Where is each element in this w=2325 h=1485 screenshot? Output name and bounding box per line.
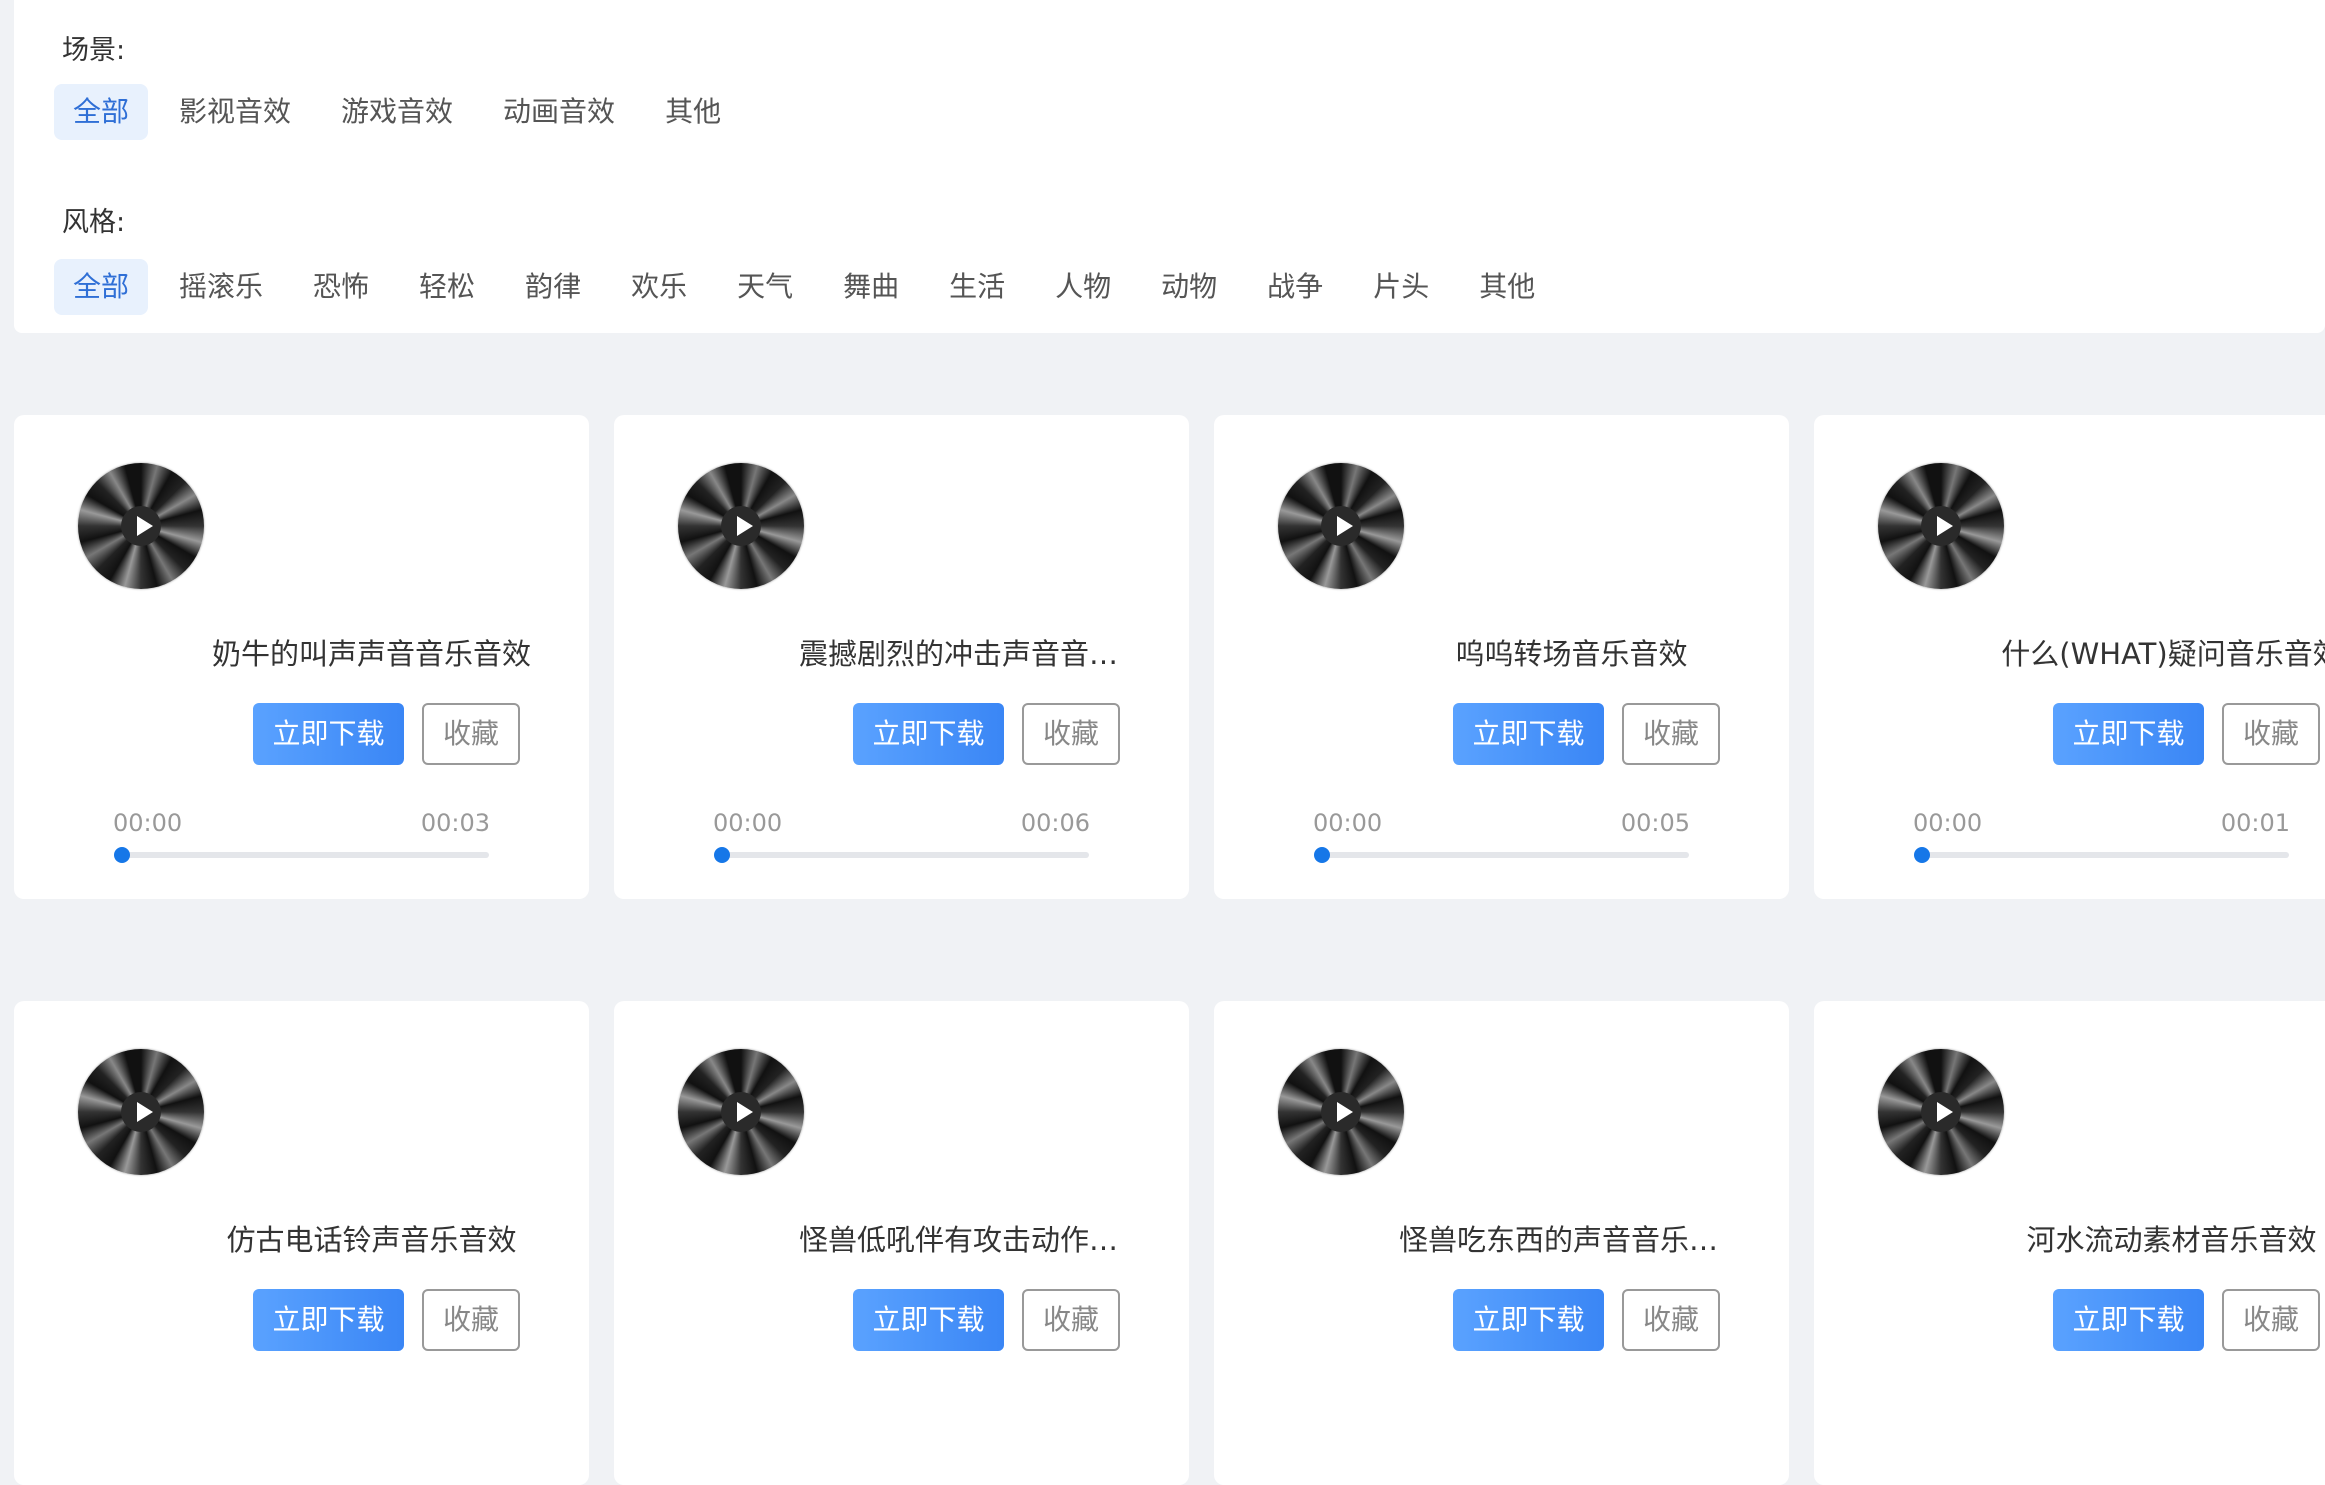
disc-center: [121, 1092, 161, 1132]
favorite-button[interactable]: 收藏: [422, 1289, 520, 1351]
disc-center: [1321, 506, 1361, 546]
sound-card: 怪兽低吼伴有攻击动作音乐音效 立即下载 收藏: [614, 1001, 1189, 1485]
scene-tag[interactable]: 游戏音效: [322, 84, 472, 140]
favorite-button[interactable]: 收藏: [1022, 1289, 1120, 1351]
filter-panel: 场景: 全部 影视音效 游戏音效 动画音效 其他 风格: 全部 摇滚乐 恐怖 轻松 韵律 欢乐 天气…: [14, 0, 2325, 333]
sound-title: 什么(WHAT)疑问音乐音效: [2001, 637, 2325, 671]
scene-tags: 全部 影视音效 游戏音效 动画音效 其他: [54, 84, 752, 140]
duration: 00:03: [420, 809, 490, 837]
vinyl-disc-play-icon[interactable]: [1878, 463, 2004, 589]
vinyl-disc-play-icon[interactable]: [78, 463, 204, 589]
vinyl-disc-play-icon[interactable]: [78, 1049, 204, 1175]
disc-center: [721, 506, 761, 546]
favorite-button[interactable]: 收藏: [1022, 703, 1120, 765]
slider-thumb[interactable]: [1314, 847, 1330, 863]
slider-thumb[interactable]: [1914, 847, 1930, 863]
play-icon[interactable]: [737, 1102, 753, 1122]
sound-title: 震撼剧烈的冲击声音音乐音效: [799, 637, 1144, 671]
sound-title: 奶牛的叫声声音音乐音效: [211, 637, 531, 671]
favorite-button[interactable]: 收藏: [422, 703, 520, 765]
style-tag[interactable]: 生活: [930, 259, 1024, 315]
duration: 00:05: [1620, 809, 1690, 837]
progress-slider[interactable]: [1314, 847, 1689, 863]
play-icon[interactable]: [137, 516, 153, 536]
favorite-button[interactable]: 收藏: [2222, 1289, 2320, 1351]
play-icon[interactable]: [1937, 516, 1953, 536]
progress-slider[interactable]: [714, 847, 1089, 863]
style-tag[interactable]: 片头: [1354, 259, 1448, 315]
download-button[interactable]: 立即下载: [2053, 703, 2204, 765]
style-tag[interactable]: 恐怖: [294, 259, 388, 315]
play-icon[interactable]: [737, 516, 753, 536]
sound-card: 震撼剧烈的冲击声音音乐音效 立即下载 收藏 00:00 00:06: [614, 415, 1189, 899]
play-icon[interactable]: [1337, 1102, 1353, 1122]
disc-center: [721, 1092, 761, 1132]
slider-thumb[interactable]: [714, 847, 730, 863]
sound-card: 呜呜转场音乐音效 立即下载 收藏 00:00 00:05: [1214, 415, 1789, 899]
sound-title: 怪兽低吼伴有攻击动作音乐音效: [799, 1223, 1144, 1257]
current-time: 00:00: [713, 809, 783, 837]
sound-card: 奶牛的叫声声音音乐音效 立即下载 收藏 00:00 00:03: [14, 415, 589, 899]
duration: 00:01: [2220, 809, 2290, 837]
slider-thumb[interactable]: [114, 847, 130, 863]
style-label: 风格:: [62, 207, 126, 238]
style-tag[interactable]: 动物: [1142, 259, 1236, 315]
vinyl-disc-play-icon[interactable]: [1878, 1049, 2004, 1175]
progress-slider[interactable]: [114, 847, 489, 863]
sound-card: 怪兽吃东西的声音音乐音效 立即下载 收藏: [1214, 1001, 1789, 1485]
vinyl-disc-play-icon[interactable]: [1278, 1049, 1404, 1175]
play-icon[interactable]: [1937, 1102, 1953, 1122]
style-tag[interactable]: 欢乐: [612, 259, 706, 315]
current-time: 00:00: [1913, 809, 1983, 837]
download-button[interactable]: 立即下载: [1453, 1289, 1604, 1351]
play-icon[interactable]: [137, 1102, 153, 1122]
download-button[interactable]: 立即下载: [1453, 703, 1604, 765]
play-icon[interactable]: [1337, 516, 1353, 536]
favorite-button[interactable]: 收藏: [2222, 703, 2320, 765]
download-button[interactable]: 立即下载: [253, 703, 404, 765]
vinyl-disc-play-icon[interactable]: [678, 1049, 804, 1175]
favorite-button[interactable]: 收藏: [1622, 1289, 1720, 1351]
download-button[interactable]: 立即下载: [853, 1289, 1004, 1351]
style-tag[interactable]: 摇滚乐: [160, 259, 282, 315]
disc-center: [1321, 1092, 1361, 1132]
scene-tag[interactable]: 影视音效: [160, 84, 310, 140]
style-tag[interactable]: 舞曲: [824, 259, 918, 315]
style-tags: 全部 摇滚乐 恐怖 轻松 韵律 欢乐 天气 舞曲 生活 人物 动物 战争 片头 其他: [54, 259, 1566, 315]
style-tag[interactable]: 天气: [718, 259, 812, 315]
style-tag[interactable]: 战争: [1248, 259, 1342, 315]
download-button[interactable]: 立即下载: [2053, 1289, 2204, 1351]
download-button[interactable]: 立即下载: [853, 703, 1004, 765]
disc-center: [1921, 506, 1961, 546]
progress-slider[interactable]: [1914, 847, 2289, 863]
duration: 00:06: [1020, 809, 1090, 837]
scene-tag[interactable]: 其他: [646, 84, 740, 140]
sound-title: 呜呜转场音乐音效: [1455, 637, 1688, 671]
current-time: 00:00: [1313, 809, 1383, 837]
sound-card: 仿古电话铃声音乐音效 立即下载 收藏: [14, 1001, 589, 1485]
vinyl-disc-play-icon[interactable]: [678, 463, 804, 589]
style-tag[interactable]: 韵律: [506, 259, 600, 315]
favorite-button[interactable]: 收藏: [1622, 703, 1720, 765]
download-button[interactable]: 立即下载: [253, 1289, 404, 1351]
style-tag[interactable]: 其他: [1460, 259, 1554, 315]
sound-title: 怪兽吃东西的声音音乐音效: [1399, 1223, 1744, 1257]
sound-card: 河水流动素材音乐音效 立即下载 收藏: [1814, 1001, 2325, 1485]
style-tag[interactable]: 轻松: [400, 259, 494, 315]
disc-center: [1921, 1092, 1961, 1132]
scene-label: 场景:: [62, 35, 126, 66]
sound-title: 仿古电话铃声音乐音效: [226, 1223, 517, 1257]
style-tag[interactable]: 人物: [1036, 259, 1130, 315]
sound-title: 河水流动素材音乐音效: [2026, 1223, 2317, 1257]
scene-tag[interactable]: 动画音效: [484, 84, 634, 140]
scene-tag[interactable]: 全部: [54, 84, 149, 140]
current-time: 00:00: [113, 809, 183, 837]
sound-card: 什么(WHAT)疑问音乐音效 立即下载 收藏 00:00 00:01: [1814, 415, 2325, 899]
vinyl-disc-play-icon[interactable]: [1278, 463, 1404, 589]
disc-center: [121, 506, 161, 546]
style-tag[interactable]: 全部: [54, 259, 149, 315]
